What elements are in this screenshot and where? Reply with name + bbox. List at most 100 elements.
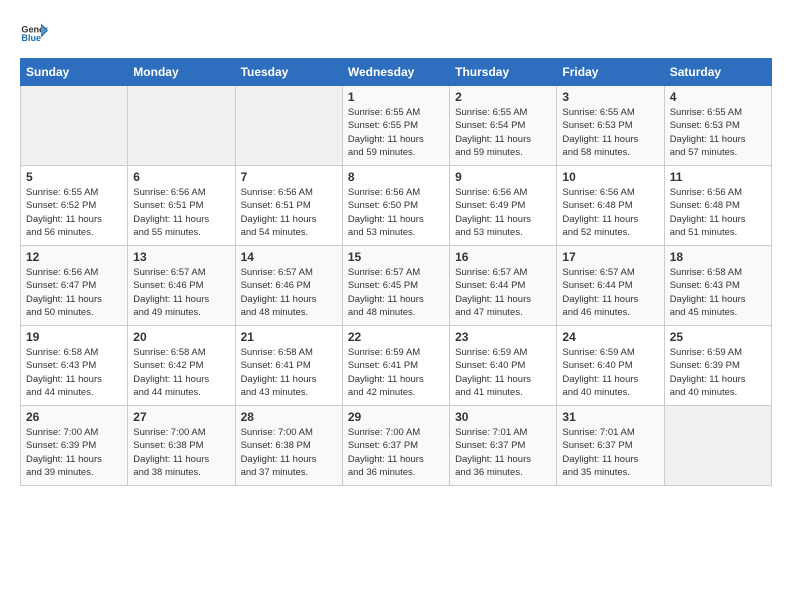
calendar-cell: 3Sunrise: 6:55 AMSunset: 6:53 PMDaylight… [557,86,664,166]
day-info: Sunrise: 7:00 AMSunset: 6:38 PMDaylight:… [241,426,337,479]
day-info: Sunrise: 6:56 AMSunset: 6:51 PMDaylight:… [133,186,229,239]
day-number: 20 [133,330,229,344]
day-number: 6 [133,170,229,184]
day-info: Sunrise: 6:59 AMSunset: 6:39 PMDaylight:… [670,346,766,399]
calendar-cell [128,86,235,166]
day-info: Sunrise: 6:59 AMSunset: 6:41 PMDaylight:… [348,346,444,399]
day-info: Sunrise: 6:55 AMSunset: 6:53 PMDaylight:… [562,106,658,159]
calendar-cell: 1 Sunrise: 6:55 AMSunset: 6:55 PMDaylight… [342,86,449,166]
page-header: General Blue [20,20,772,48]
calendar-week-row: 19 Sunrise: 6:58 AMSunset: 6:43 PMDayligh… [21,326,772,406]
calendar-cell: 18Sunrise: 6:58 AMSunset: 6:43 PMDayligh… [664,246,771,326]
day-info: Sunrise: 6:58 AMSunset: 6:43 PMDaylight:… [670,266,766,319]
calendar-cell: 23 Sunrise: 6:59 AMSunset: 6:40 PMDayligh… [450,326,557,406]
day-info: Sunrise: 6:57 AMSunset: 6:45 PMDaylight:… [348,266,444,319]
calendar-week-row: 1 Sunrise: 6:55 AMSunset: 6:55 PMDaylight… [21,86,772,166]
calendar-cell [664,406,771,486]
calendar-cell: 22 Sunrise: 6:59 AMSunset: 6:41 PMDayligh… [342,326,449,406]
calendar-cell: 21 Sunrise: 6:58 AMSunset: 6:41 PMDayligh… [235,326,342,406]
calendar-cell: 29 Sunrise: 7:00 AMSunset: 6:37 PMDayligh… [342,406,449,486]
day-info: Sunrise: 6:57 AMSunset: 6:44 PMDaylight:… [455,266,551,319]
day-info: Sunrise: 7:00 AMSunset: 6:37 PMDaylight:… [348,426,444,479]
calendar-cell: 2Sunrise: 6:55 AMSunset: 6:54 PMDaylight… [450,86,557,166]
day-info: Sunrise: 6:58 AMSunset: 6:43 PMDaylight:… [26,346,122,399]
weekday-header: Tuesday [235,59,342,86]
weekday-header: Monday [128,59,235,86]
weekday-header: Friday [557,59,664,86]
calendar-cell: 15 Sunrise: 6:57 AMSunset: 6:45 PMDayligh… [342,246,449,326]
day-number: 14 [241,250,337,264]
calendar-cell: 10 Sunrise: 6:56 AMSunset: 6:48 PMDayligh… [557,166,664,246]
day-info: Sunrise: 6:58 AMSunset: 6:41 PMDaylight:… [241,346,337,399]
calendar-cell [235,86,342,166]
day-info: Sunrise: 6:59 AMSunset: 6:40 PMDaylight:… [562,346,658,399]
day-number: 25 [670,330,766,344]
day-info: Sunrise: 6:57 AMSunset: 6:44 PMDaylight:… [562,266,658,319]
day-info: Sunrise: 6:56 AMSunset: 6:51 PMDaylight:… [241,186,337,239]
calendar-cell: 16 Sunrise: 6:57 AMSunset: 6:44 PMDayligh… [450,246,557,326]
day-number: 19 [26,330,122,344]
calendar-cell: 25 Sunrise: 6:59 AMSunset: 6:39 PMDayligh… [664,326,771,406]
day-info: Sunrise: 6:57 AMSunset: 6:46 PMDaylight:… [241,266,337,319]
day-number: 9 [455,170,551,184]
day-info: Sunrise: 6:56 AMSunset: 6:48 PMDaylight:… [562,186,658,239]
weekday-header: Thursday [450,59,557,86]
calendar-cell: 20 Sunrise: 6:58 AMSunset: 6:42 PMDayligh… [128,326,235,406]
day-info: Sunrise: 6:55 AMSunset: 6:53 PMDaylight:… [670,106,766,159]
day-number: 31 [562,410,658,424]
day-info: Sunrise: 7:01 AMSunset: 6:37 PMDaylight:… [455,426,551,479]
day-number: 10 [562,170,658,184]
calendar-cell: 17 Sunrise: 6:57 AMSunset: 6:44 PMDayligh… [557,246,664,326]
weekday-header: Wednesday [342,59,449,86]
weekday-header: Saturday [664,59,771,86]
day-number: 17 [562,250,658,264]
day-info: Sunrise: 6:56 AMSunset: 6:50 PMDaylight:… [348,186,444,239]
weekday-header: Sunday [21,59,128,86]
day-info: Sunrise: 7:00 AMSunset: 6:38 PMDaylight:… [133,426,229,479]
calendar-cell: 13Sunrise: 6:57 AMSunset: 6:46 PMDayligh… [128,246,235,326]
day-number: 8 [348,170,444,184]
calendar-cell: 8 Sunrise: 6:56 AMSunset: 6:50 PMDaylight… [342,166,449,246]
calendar-body: 1 Sunrise: 6:55 AMSunset: 6:55 PMDaylight… [21,86,772,486]
day-number: 22 [348,330,444,344]
day-number: 21 [241,330,337,344]
day-info: Sunrise: 6:59 AMSunset: 6:40 PMDaylight:… [455,346,551,399]
weekday-row: SundayMondayTuesdayWednesdayThursdayFrid… [21,59,772,86]
day-number: 2 [455,90,551,104]
calendar-cell: 11 Sunrise: 6:56 AMSunset: 6:48 PMDayligh… [664,166,771,246]
day-info: Sunrise: 6:56 AMSunset: 6:48 PMDaylight:… [670,186,766,239]
calendar-cell: 26Sunrise: 7:00 AMSunset: 6:39 PMDayligh… [21,406,128,486]
day-number: 26 [26,410,122,424]
calendar-cell: 4 Sunrise: 6:55 AMSunset: 6:53 PMDaylight… [664,86,771,166]
calendar-cell: 24 Sunrise: 6:59 AMSunset: 6:40 PMDayligh… [557,326,664,406]
day-number: 4 [670,90,766,104]
day-info: Sunrise: 6:58 AMSunset: 6:42 PMDaylight:… [133,346,229,399]
calendar-week-row: 5Sunrise: 6:55 AMSunset: 6:52 PMDaylight… [21,166,772,246]
day-number: 7 [241,170,337,184]
day-number: 15 [348,250,444,264]
day-number: 30 [455,410,551,424]
svg-text:Blue: Blue [21,33,41,43]
calendar-table: SundayMondayTuesdayWednesdayThursdayFrid… [20,58,772,486]
calendar-week-row: 26Sunrise: 7:00 AMSunset: 6:39 PMDayligh… [21,406,772,486]
calendar-cell: 5Sunrise: 6:55 AMSunset: 6:52 PMDaylight… [21,166,128,246]
day-info: Sunrise: 6:56 AMSunset: 6:49 PMDaylight:… [455,186,551,239]
day-number: 12 [26,250,122,264]
calendar-cell [21,86,128,166]
day-number: 23 [455,330,551,344]
day-number: 13 [133,250,229,264]
calendar-cell: 14 Sunrise: 6:57 AMSunset: 6:46 PMDayligh… [235,246,342,326]
day-number: 11 [670,170,766,184]
day-info: Sunrise: 6:55 AMSunset: 6:55 PMDaylight:… [348,106,444,159]
calendar-cell: 7 Sunrise: 6:56 AMSunset: 6:51 PMDaylight… [235,166,342,246]
calendar-cell: 28Sunrise: 7:00 AMSunset: 6:38 PMDayligh… [235,406,342,486]
day-number: 29 [348,410,444,424]
calendar-cell: 31 Sunrise: 7:01 AMSunset: 6:37 PMDayligh… [557,406,664,486]
day-info: Sunrise: 7:01 AMSunset: 6:37 PMDaylight:… [562,426,658,479]
day-number: 24 [562,330,658,344]
calendar-header: SundayMondayTuesdayWednesdayThursdayFrid… [21,59,772,86]
day-number: 1 [348,90,444,104]
day-number: 16 [455,250,551,264]
calendar-cell: 19 Sunrise: 6:58 AMSunset: 6:43 PMDayligh… [21,326,128,406]
logo-icon: General Blue [20,20,48,48]
